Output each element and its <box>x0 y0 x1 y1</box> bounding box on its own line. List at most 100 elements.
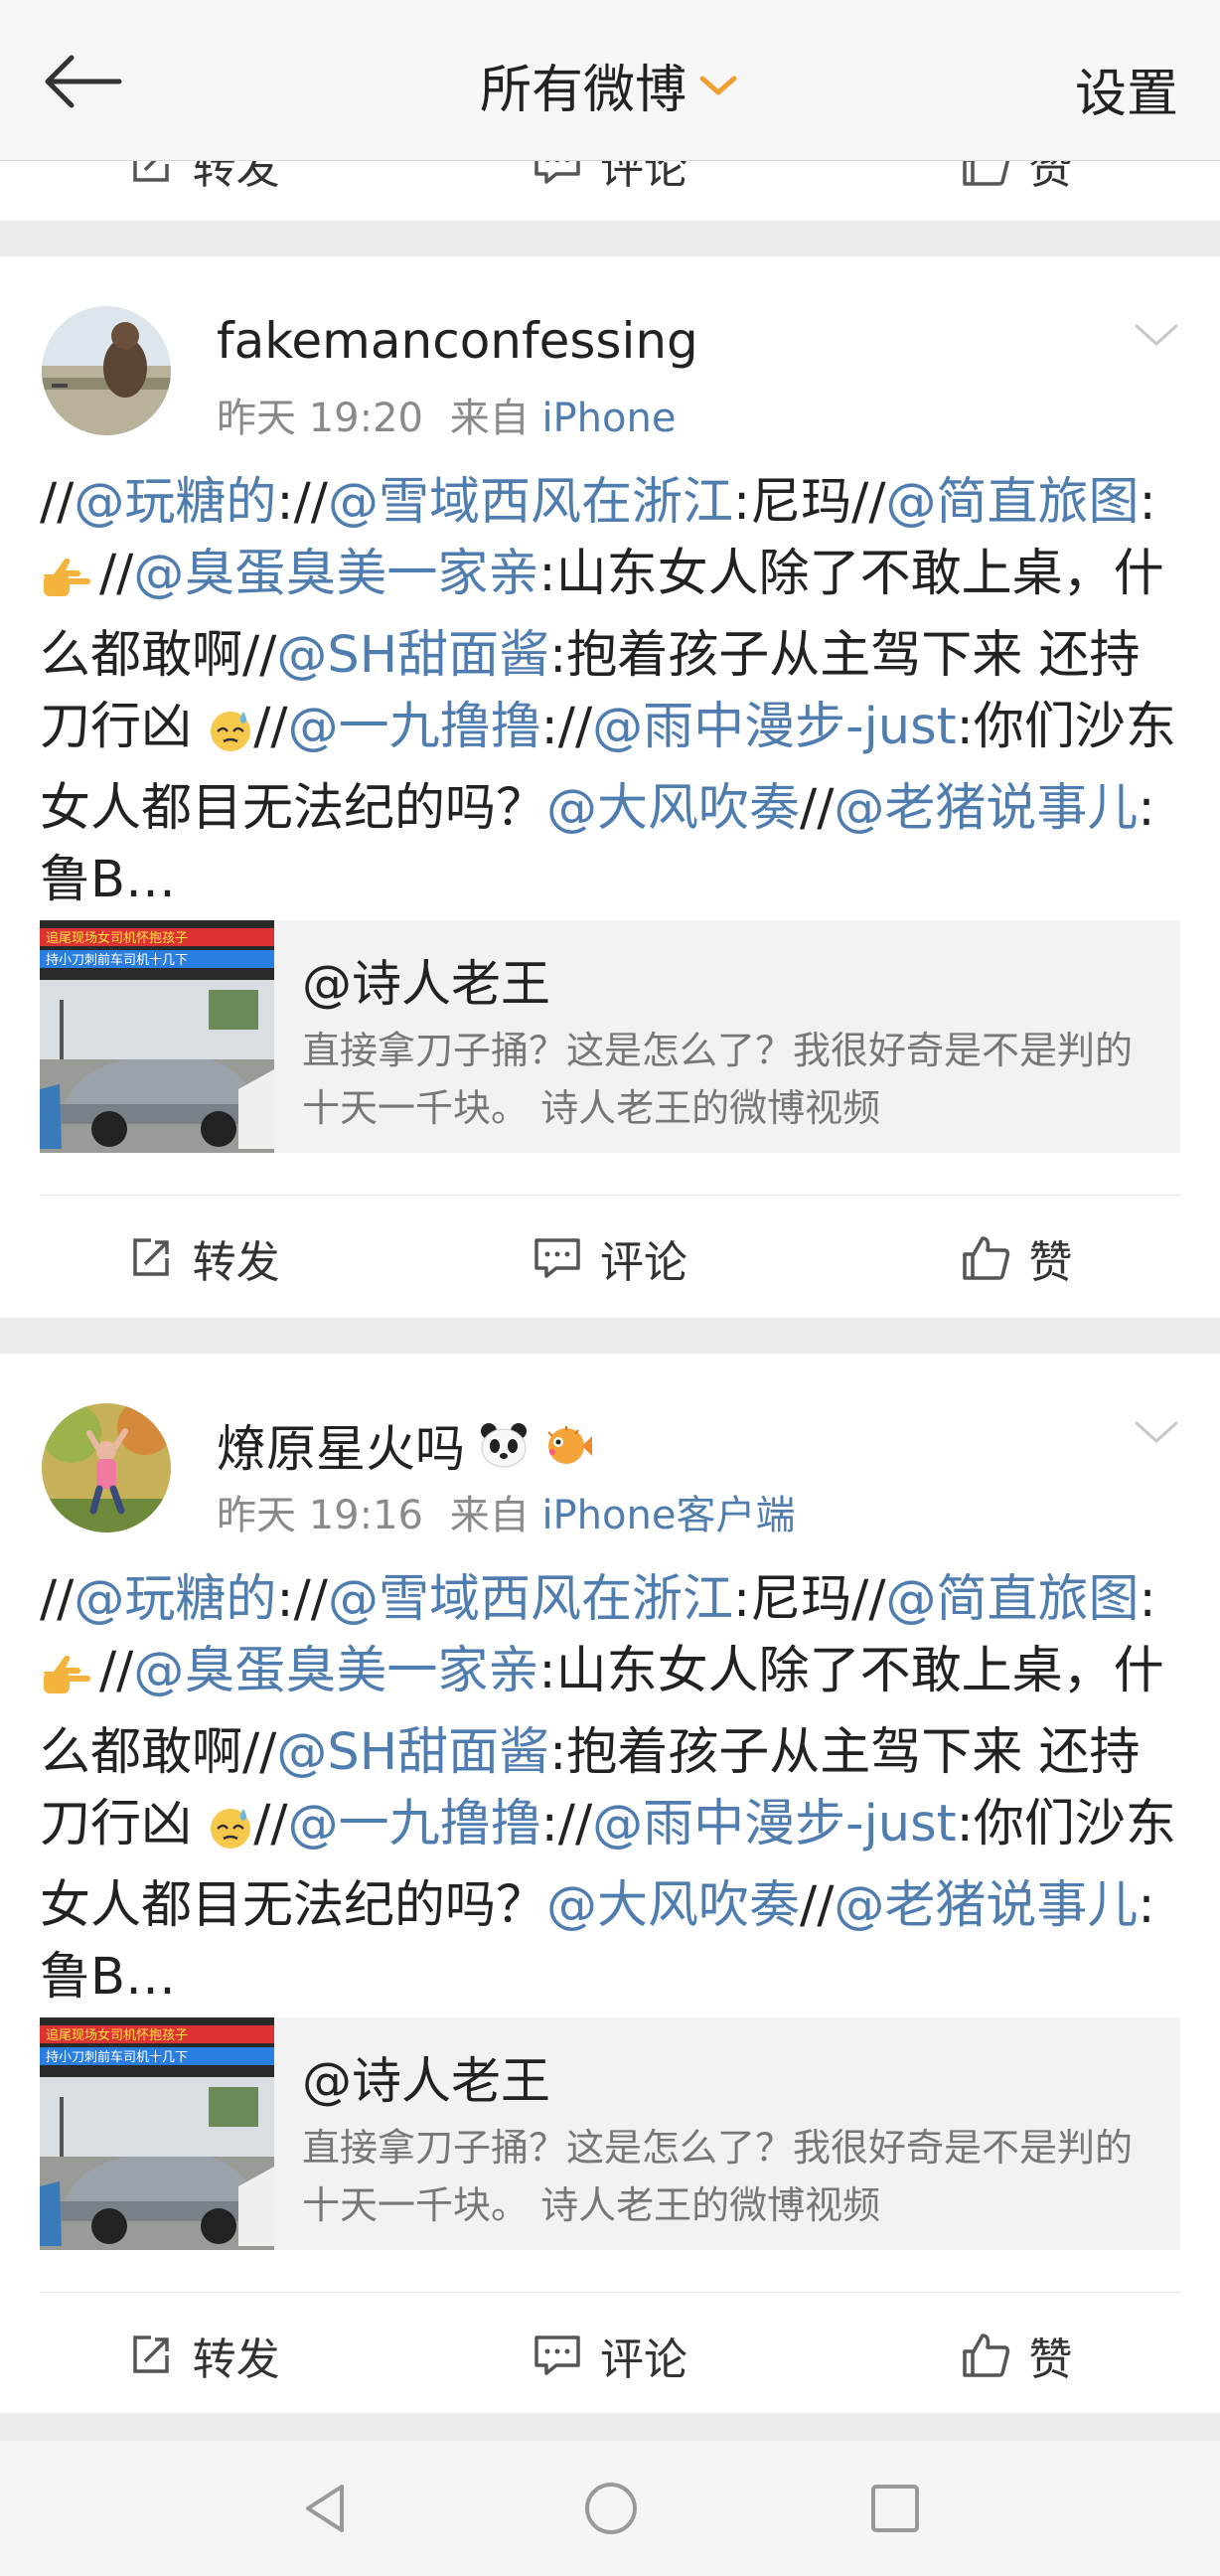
post-source[interactable]: iPhone客户端 <box>541 1493 795 1538</box>
post-text: //@玩糖的://@雪域西风在浙江:尼玛//@简直旅图://@臭蛋臭美一家亲:山… <box>40 467 1182 916</box>
text-segment: // <box>800 1876 835 1935</box>
text-segment: :// <box>276 473 328 532</box>
repost-label: 转发 <box>192 1237 280 1288</box>
text-segment: // <box>800 779 835 838</box>
username-text: 燎原星火吗 <box>217 1420 465 1478</box>
mention-link[interactable]: @臭蛋臭美一家亲 <box>133 545 538 603</box>
avatar[interactable] <box>42 306 171 435</box>
repost-icon <box>132 2335 169 2373</box>
username[interactable]: fakemanconfessing <box>217 312 698 370</box>
video-thumbnail[interactable]: 追尾现场女司机怀抱孩子 持小刀刺前车司机十几下 <box>40 2017 274 2250</box>
text-segment: :尼玛// <box>732 473 886 532</box>
thumbs-up-icon <box>963 161 1010 186</box>
repost-button[interactable]: 转发 <box>0 2298 406 2413</box>
sweat-face-emoji-icon <box>208 1799 253 1870</box>
repost-icon <box>132 161 169 182</box>
shared-video-card[interactable]: 追尾现场女司机怀抱孩子 持小刀刺前车司机十几下 @诗人老王 直接拿刀子捅？这是怎… <box>40 920 1180 1153</box>
post-meta: 昨天 19:20 来自 iPhone <box>217 386 676 443</box>
repost-button[interactable]: 转发 <box>0 1201 406 1316</box>
mention-link[interactable]: @SH甜面酱 <box>276 1723 549 1782</box>
mention-link[interactable]: @玩糖的 <box>74 473 276 532</box>
post-card[interactable]: fakemanconfessing 昨天 19:20 来自 iPhone //@… <box>0 256 1220 1318</box>
card-separator <box>0 221 1220 256</box>
comment-icon <box>534 1238 580 1278</box>
mention-link[interactable]: @雪域西风在浙江 <box>328 473 733 532</box>
text-segment: :// <box>276 1570 328 1629</box>
comment-button[interactable]: 评论 <box>406 161 813 209</box>
comment-button[interactable]: 评论 <box>406 2298 813 2413</box>
post-card[interactable]: 燎原星火吗 昨天 19:16 来自 iPhone客户端 //@玩糖的://@雪域… <box>0 1354 1220 2413</box>
post-meta: 昨天 19:16 来自 iPhone客户端 <box>217 1483 795 1540</box>
text-segment: // <box>253 698 288 756</box>
text-segment: :// <box>540 1795 593 1853</box>
post-time: 昨天 19:16 <box>217 1493 423 1538</box>
chevron-down-icon <box>1135 324 1178 346</box>
source-prefix: 来自 <box>449 396 530 441</box>
chevron-down-icon <box>1135 1421 1178 1443</box>
source-prefix: 来自 <box>449 1493 530 1538</box>
comment-button[interactable]: 评论 <box>406 1201 813 1316</box>
comment-label: 评论 <box>599 2334 687 2385</box>
video-thumbnail[interactable]: 追尾现场女司机怀抱孩子 持小刀刺前车司机十几下 <box>40 920 274 1153</box>
mention-link[interactable]: @简直旅图 <box>886 473 1140 532</box>
text-segment: // <box>99 1642 134 1700</box>
mention-link[interactable]: @雨中漫步-just <box>592 698 956 756</box>
thumbnail-caption: 追尾现场女司机怀抱孩子 <box>46 930 188 946</box>
text-segment: : <box>1139 1570 1156 1629</box>
mention-link[interactable]: @老猪说事儿 <box>834 1876 1138 1935</box>
mention-link[interactable]: @SH甜面酱 <box>276 626 549 685</box>
post-menu-button[interactable] <box>1133 320 1180 354</box>
comment-label: 评论 <box>599 161 687 194</box>
repost-label: 转发 <box>192 2334 280 2385</box>
mention-link[interactable]: @一九撸撸 <box>288 698 541 756</box>
post-text: //@玩糖的://@雪域西风在浙江:尼玛//@简直旅图://@臭蛋臭美一家亲:山… <box>40 1564 1182 2013</box>
post-source[interactable]: iPhone <box>541 396 676 441</box>
repost-button[interactable]: 转发 <box>0 161 406 209</box>
sweat-face-emoji-icon <box>208 702 253 773</box>
post-menu-button[interactable] <box>1133 1417 1180 1451</box>
mention-link[interactable]: @雪域西风在浙江 <box>328 1570 733 1629</box>
system-nav-bar <box>0 2441 1220 2576</box>
share-description: 直接拿刀子捅？这是怎么了？我很好奇是不是判的十天一千块。 诗人老王的微博视频 <box>302 1029 1134 1130</box>
mention-link[interactable]: @雨中漫步-just <box>592 1795 956 1853</box>
like-label: 赞 <box>1028 161 1073 194</box>
share-title: @诗人老王 <box>302 955 550 1013</box>
mention-link[interactable]: @臭蛋臭美一家亲 <box>133 1642 538 1700</box>
nav-recents-icon[interactable] <box>868 2482 922 2535</box>
mention-link[interactable]: @大风吹奏 <box>546 1876 800 1935</box>
feed-filter-dropdown[interactable]: 所有微博 <box>0 48 1220 122</box>
post-time: 昨天 19:20 <box>217 396 423 441</box>
page-title: 所有微博 <box>479 61 686 120</box>
mention-link[interactable]: @一九撸撸 <box>288 1795 541 1853</box>
repost-label: 转发 <box>192 161 280 194</box>
panda-emoji-icon <box>481 1423 527 1468</box>
username-text: fakemanconfessing <box>217 312 698 370</box>
post-actions: 转发 评论 赞 <box>0 1201 1220 1316</box>
avatar[interactable] <box>42 1403 171 1532</box>
text-segment: // <box>253 1795 288 1853</box>
mention-link[interactable]: @玩糖的 <box>74 1570 276 1629</box>
like-label: 赞 <box>1028 1237 1073 1288</box>
nav-home-icon[interactable] <box>582 2480 640 2537</box>
pointing-hand-emoji-icon <box>40 1646 99 1717</box>
thumbnail-caption: 持小刀刺前车司机十几下 <box>46 2049 188 2065</box>
mention-link[interactable]: @大风吹奏 <box>546 779 800 838</box>
settings-button[interactable]: 设置 <box>1075 52 1178 126</box>
like-button[interactable]: 赞 <box>814 161 1220 209</box>
shared-video-card[interactable]: 追尾现场女司机怀抱孩子 持小刀刺前车司机十几下 @诗人老王 直接拿刀子捅？这是怎… <box>40 2017 1180 2250</box>
card-separator <box>0 1318 1220 1354</box>
username[interactable]: 燎原星火吗 <box>217 1409 594 1481</box>
share-title: @诗人老王 <box>302 2052 550 2110</box>
mention-link[interactable]: @老猪说事儿 <box>834 779 1138 838</box>
chevron-down-icon <box>699 76 737 94</box>
nav-back-icon[interactable] <box>298 2481 354 2536</box>
text-segment: // <box>99 545 134 603</box>
like-button[interactable]: 赞 <box>814 2298 1220 2413</box>
like-button[interactable]: 赞 <box>814 1201 1220 1316</box>
comment-icon <box>534 2335 580 2375</box>
feed: 转发 评论 赞 fakemanconfessing 昨天 19:20 来自 iP… <box>0 161 1220 2413</box>
divider <box>40 2292 1180 2293</box>
mention-link[interactable]: @简直旅图 <box>886 1570 1140 1629</box>
comment-icon <box>534 161 580 184</box>
thumbnail-caption: 追尾现场女司机怀抱孩子 <box>46 2027 188 2043</box>
